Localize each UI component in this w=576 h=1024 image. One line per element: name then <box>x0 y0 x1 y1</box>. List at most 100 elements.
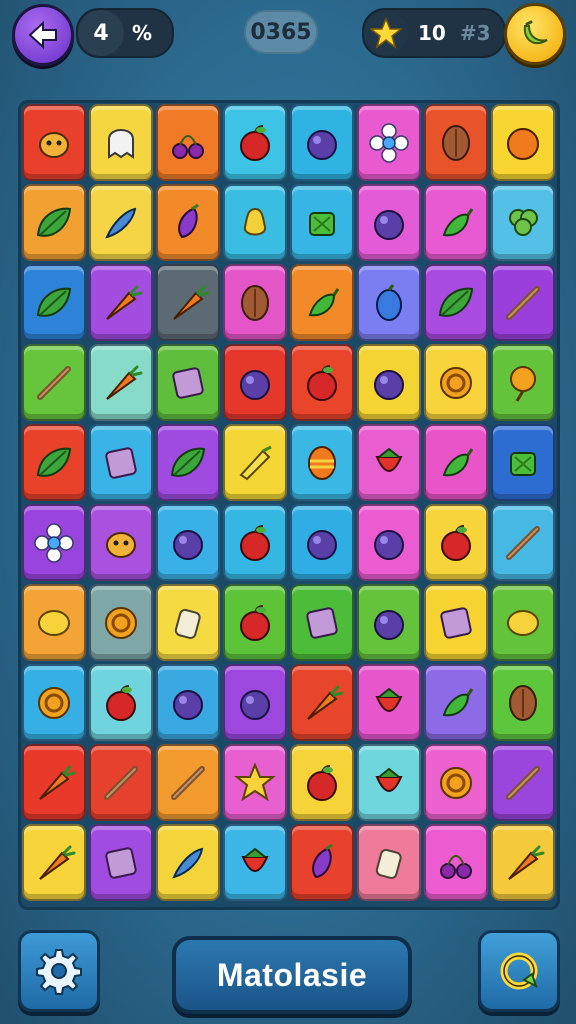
board-tile[interactable] <box>156 104 220 181</box>
board-tile[interactable] <box>22 104 86 181</box>
board-tile[interactable] <box>22 184 86 261</box>
board-tile[interactable] <box>290 744 354 821</box>
board-tile[interactable] <box>223 584 287 661</box>
board-tile[interactable] <box>290 584 354 661</box>
board-tile[interactable] <box>89 504 153 581</box>
board-tile[interactable] <box>357 824 421 901</box>
board-tile[interactable] <box>424 104 488 181</box>
board-tile[interactable] <box>491 744 555 821</box>
board-tile[interactable] <box>89 584 153 661</box>
board-tile[interactable] <box>223 664 287 741</box>
seed-icon <box>509 684 537 721</box>
board-tile[interactable] <box>156 424 220 501</box>
board-tile[interactable] <box>22 504 86 581</box>
board-tile[interactable] <box>223 824 287 901</box>
board-tile[interactable] <box>357 104 421 181</box>
board-tile[interactable] <box>290 424 354 501</box>
board-tile[interactable] <box>357 344 421 421</box>
board-tile[interactable] <box>491 504 555 581</box>
board-tile[interactable] <box>22 344 86 421</box>
hint-button[interactable] <box>504 3 566 65</box>
board-tile[interactable] <box>424 584 488 661</box>
board-tile[interactable] <box>290 344 354 421</box>
board-tile[interactable] <box>156 504 220 581</box>
board-tile[interactable] <box>156 744 220 821</box>
board-tile[interactable] <box>89 664 153 741</box>
board-tile[interactable] <box>491 584 555 661</box>
gear-icon <box>36 949 82 995</box>
apple-icon <box>240 604 270 641</box>
board-tile[interactable] <box>491 184 555 261</box>
board-tile[interactable] <box>491 664 555 741</box>
board-tile[interactable] <box>156 184 220 261</box>
board-tile[interactable] <box>22 264 86 341</box>
board-tile[interactable] <box>357 424 421 501</box>
board-tile[interactable] <box>357 744 421 821</box>
board-tile[interactable] <box>491 344 555 421</box>
board-tile[interactable] <box>89 344 153 421</box>
board-tile[interactable] <box>22 824 86 901</box>
board-tile[interactable] <box>223 344 287 421</box>
box-icon <box>440 606 472 639</box>
board-tile[interactable] <box>491 824 555 901</box>
board-tile[interactable] <box>357 264 421 341</box>
board-tile[interactable] <box>357 664 421 741</box>
board-tile[interactable] <box>156 664 220 741</box>
board-tile[interactable] <box>424 664 488 741</box>
board-tile[interactable] <box>290 664 354 741</box>
board-tile[interactable] <box>223 424 287 501</box>
back-button[interactable] <box>12 4 74 66</box>
apple-icon <box>106 684 136 721</box>
board-tile[interactable] <box>491 264 555 341</box>
stick-icon <box>171 765 205 800</box>
board-tile[interactable] <box>156 344 220 421</box>
board-tile[interactable] <box>424 744 488 821</box>
board-tile[interactable] <box>424 344 488 421</box>
board-tile[interactable] <box>290 504 354 581</box>
board-tile[interactable] <box>424 184 488 261</box>
apple-icon <box>240 124 270 161</box>
board-tile[interactable] <box>22 744 86 821</box>
board-tile[interactable] <box>290 184 354 261</box>
board-tile[interactable] <box>357 184 421 261</box>
board-tile[interactable] <box>290 824 354 901</box>
flower-icon <box>34 522 74 563</box>
board-tile[interactable] <box>156 264 220 341</box>
board-tile[interactable] <box>89 264 153 341</box>
settings-button[interactable] <box>18 930 100 1012</box>
board-tile[interactable] <box>156 584 220 661</box>
board-tile[interactable] <box>424 824 488 901</box>
board-tile[interactable] <box>357 504 421 581</box>
plum-icon <box>173 689 203 720</box>
board-tile[interactable] <box>223 504 287 581</box>
board-tile[interactable] <box>89 744 153 821</box>
board-tile[interactable] <box>424 504 488 581</box>
board-tile[interactable] <box>424 264 488 341</box>
board-tile[interactable] <box>290 264 354 341</box>
board-tile[interactable] <box>424 424 488 501</box>
refresh-button[interactable] <box>478 930 560 1012</box>
board-tile[interactable] <box>491 104 555 181</box>
board-tile[interactable] <box>223 104 287 181</box>
board-tile[interactable] <box>89 424 153 501</box>
board-tile[interactable] <box>22 584 86 661</box>
board-tile[interactable] <box>89 824 153 901</box>
board-tile[interactable] <box>22 664 86 741</box>
board-tile[interactable] <box>290 104 354 181</box>
coin-icon <box>105 606 137 639</box>
board-tile[interactable] <box>223 264 287 341</box>
level-title-button[interactable]: Matolasie <box>172 936 412 1014</box>
board-tile[interactable] <box>89 104 153 181</box>
board-tile[interactable] <box>156 824 220 901</box>
board-tile[interactable] <box>22 424 86 501</box>
moves-counter: 4 % <box>76 8 174 58</box>
carrot-icon <box>173 285 210 320</box>
board-tile[interactable] <box>223 744 287 821</box>
board-tile[interactable] <box>223 184 287 261</box>
stick-icon <box>104 765 138 800</box>
board-tile[interactable] <box>491 424 555 501</box>
board-tile[interactable] <box>89 184 153 261</box>
cherries-icon <box>440 854 472 879</box>
banana-icon <box>523 20 548 45</box>
board-tile[interactable] <box>357 584 421 661</box>
